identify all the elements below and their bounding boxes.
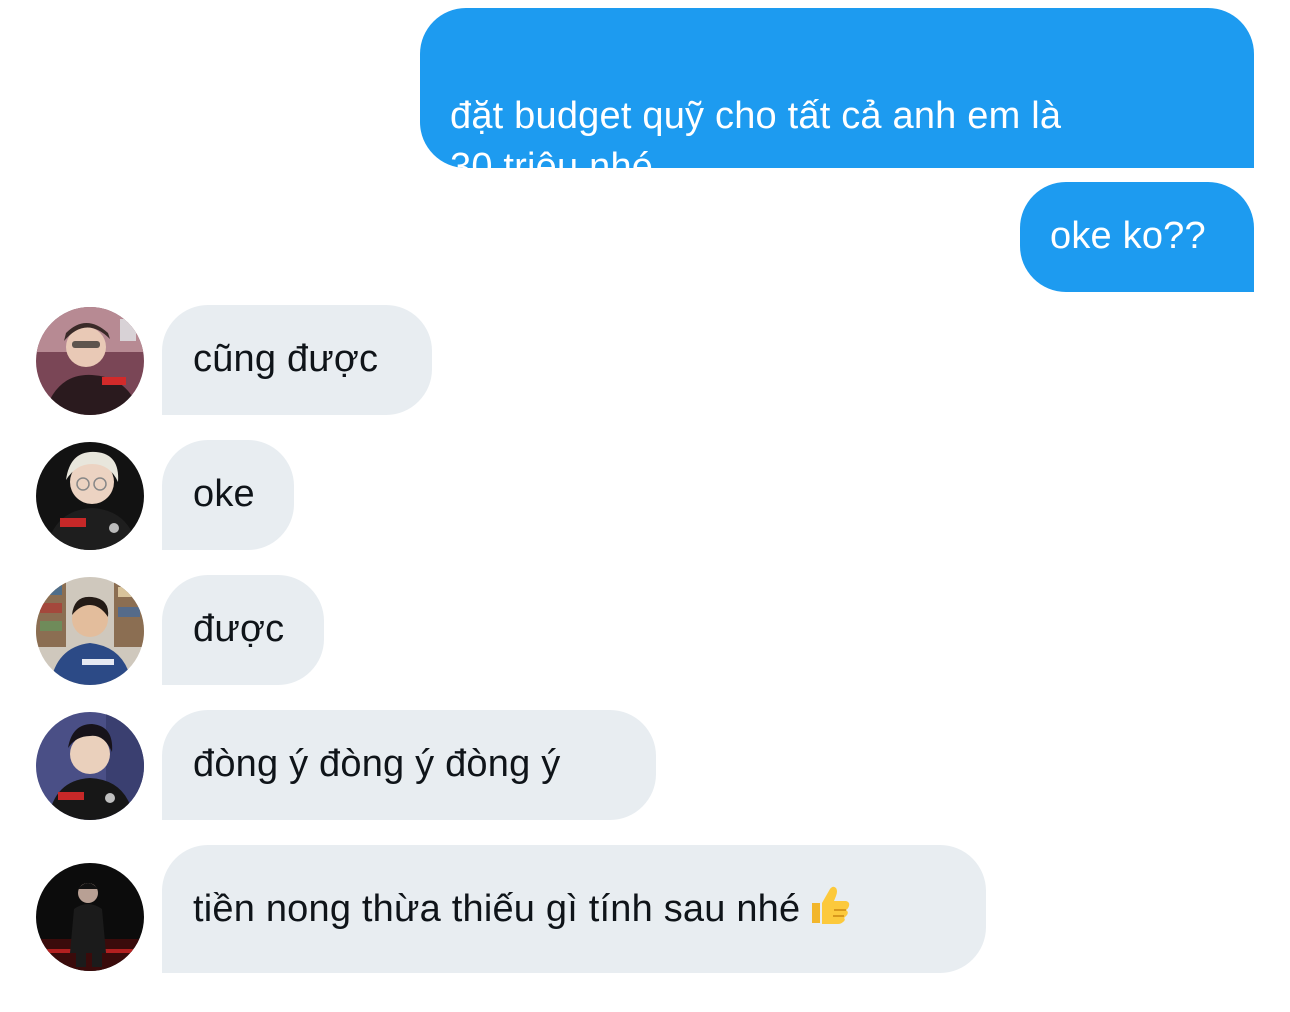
incoming-message-bubble[interactable]: đòng ý đòng ý đòng ý [162, 710, 656, 820]
avatar[interactable] [36, 442, 144, 550]
outgoing-message-bubble[interactable]: oke ko?? [1020, 182, 1254, 292]
message-text: đòng ý đòng ý đòng ý [193, 743, 561, 785]
message-text: tiền nong thừa thiếu gì tính sau nhé [193, 888, 801, 930]
message-text: đặt budget quỹ cho tất cả anh em là 30 t… [450, 95, 1062, 188]
incoming-message-bubble[interactable]: tiền nong thừa thiếu gì tính sau nhé [162, 845, 986, 973]
incoming-message-bubble[interactable]: oke [162, 440, 294, 550]
thumbs-up-icon [808, 883, 852, 941]
message-text: cũng được [193, 338, 379, 380]
avatar[interactable] [36, 863, 144, 971]
avatar-image [36, 442, 144, 550]
message-text: được [193, 608, 285, 650]
avatar-image [36, 712, 144, 820]
outgoing-message-bubble[interactable]: đặt budget quỹ cho tất cả anh em là 30 t… [420, 8, 1254, 188]
avatar-image [36, 863, 144, 971]
avatar[interactable] [36, 712, 144, 820]
avatar-image [36, 577, 144, 685]
avatar-image [36, 307, 144, 415]
avatar[interactable] [36, 307, 144, 415]
message-text: oke ko?? [1050, 215, 1206, 257]
avatar[interactable] [36, 577, 144, 685]
message-text: oke [193, 473, 255, 515]
message-thread: đặt budget quỹ cho tất cả anh em là 30 t… [0, 0, 1290, 1012]
incoming-message-bubble[interactable]: được [162, 575, 324, 685]
incoming-message-bubble[interactable]: cũng được [162, 305, 432, 415]
